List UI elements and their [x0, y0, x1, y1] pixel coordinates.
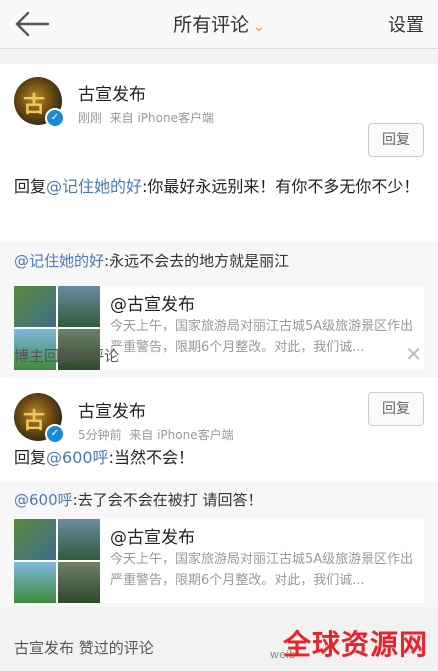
reply-content: :你最好永远别来！有你不多无你不少！	[142, 177, 420, 196]
comment-source: 来自 iPhone客户端	[109, 111, 214, 125]
verified-icon: ✓	[45, 108, 65, 128]
mention-link[interactable]: @600呼	[46, 448, 109, 467]
comment-text: 回复@600呼:当然不会！	[14, 445, 424, 470]
avatar-logo: 古	[23, 409, 46, 434]
thumbnail-image	[58, 286, 100, 327]
quoted-text: @记住她的好:永远不会去的地方就是丽江	[14, 250, 424, 271]
user-name[interactable]: 古宣发布	[78, 397, 146, 422]
reply-prefix: 回复	[14, 448, 47, 467]
section-title: 古宣发布 赞过的评论	[14, 639, 154, 657]
comment-source: 来自 iPhone客户端	[129, 428, 234, 442]
comment-text: 回复@记住她的好:你最好永远别来！有你不多无你不少！	[14, 174, 424, 199]
verified-icon: ✓	[45, 424, 65, 444]
repost-excerpt: 今天上午，国家旅游局对丽江古城5A级旅游景区作出严重警告，限期6个月整改。对此，…	[110, 552, 414, 588]
comment-meta: 刚刚 来自 iPhone客户端	[78, 109, 214, 126]
user-name[interactable]: 古宣发布	[78, 80, 146, 105]
reply-prefix: 回复	[14, 177, 47, 196]
repost-thumbnails	[14, 519, 100, 603]
mention-link[interactable]: @记住她的好	[14, 252, 104, 270]
section-header: 博主回复的评论 ✕	[0, 333, 438, 377]
repost-preview[interactable]: @古宣发布 今天上午，国家旅游局对丽江古城5A级旅游景区作出严重警告，限期6个月…	[14, 519, 424, 603]
chevron-down-icon: ⌄	[253, 19, 265, 35]
avatar[interactable]: 古 ✓	[14, 77, 65, 128]
reply-content: :当然不会！	[108, 448, 194, 467]
quoted-comment[interactable]: @600呼:去了会不会在被打 请回答！ @古宣发布 今天上午，国家旅游局对丽江古…	[0, 481, 438, 607]
thumbnail-image	[58, 562, 100, 603]
quoted-text: @600呼:去了会不会在被打 请回答！	[14, 489, 424, 510]
comment-meta: 5分钟前 来自 iPhone客户端	[78, 426, 234, 443]
mention-link[interactable]: @记住她的好	[46, 177, 142, 196]
repost-author: @古宣发布	[110, 295, 195, 315]
reply-button[interactable]: 回复	[368, 392, 424, 426]
comment-time: 刚刚	[78, 111, 103, 125]
page-title-label: 所有评论	[173, 14, 250, 36]
thumbnail-image	[58, 519, 100, 560]
quoted-content: :永远不会去的地方就是丽江	[104, 252, 290, 270]
reply-button[interactable]: 回复	[368, 123, 424, 157]
mention-link[interactable]: @600呼	[14, 491, 73, 509]
watermark: 全球资源网	[282, 628, 428, 661]
repost-author: @古宣发布	[110, 528, 195, 548]
nav-bar: 所有评论 ⌄ 设置	[0, 0, 438, 49]
thumbnail-image	[14, 286, 56, 327]
comment-card: 古 ✓ 古宣发布 5分钟前 来自 iPhone客户端 回复 回复@600呼:当然…	[0, 377, 438, 607]
close-icon[interactable]: ✕	[405, 342, 422, 366]
avatar[interactable]: 古 ✓	[14, 393, 65, 444]
comment-time: 5分钟前	[78, 428, 122, 442]
avatar-logo: 古	[23, 93, 46, 118]
quoted-content: :去了会不会在被打 请回答！	[72, 491, 263, 509]
thumbnail-image	[14, 562, 56, 603]
thumbnail-image	[14, 519, 56, 560]
section-title: 博主回复的评论	[14, 347, 120, 365]
page-title[interactable]: 所有评论 ⌄	[0, 10, 438, 37]
settings-button[interactable]: 设置	[388, 11, 424, 37]
